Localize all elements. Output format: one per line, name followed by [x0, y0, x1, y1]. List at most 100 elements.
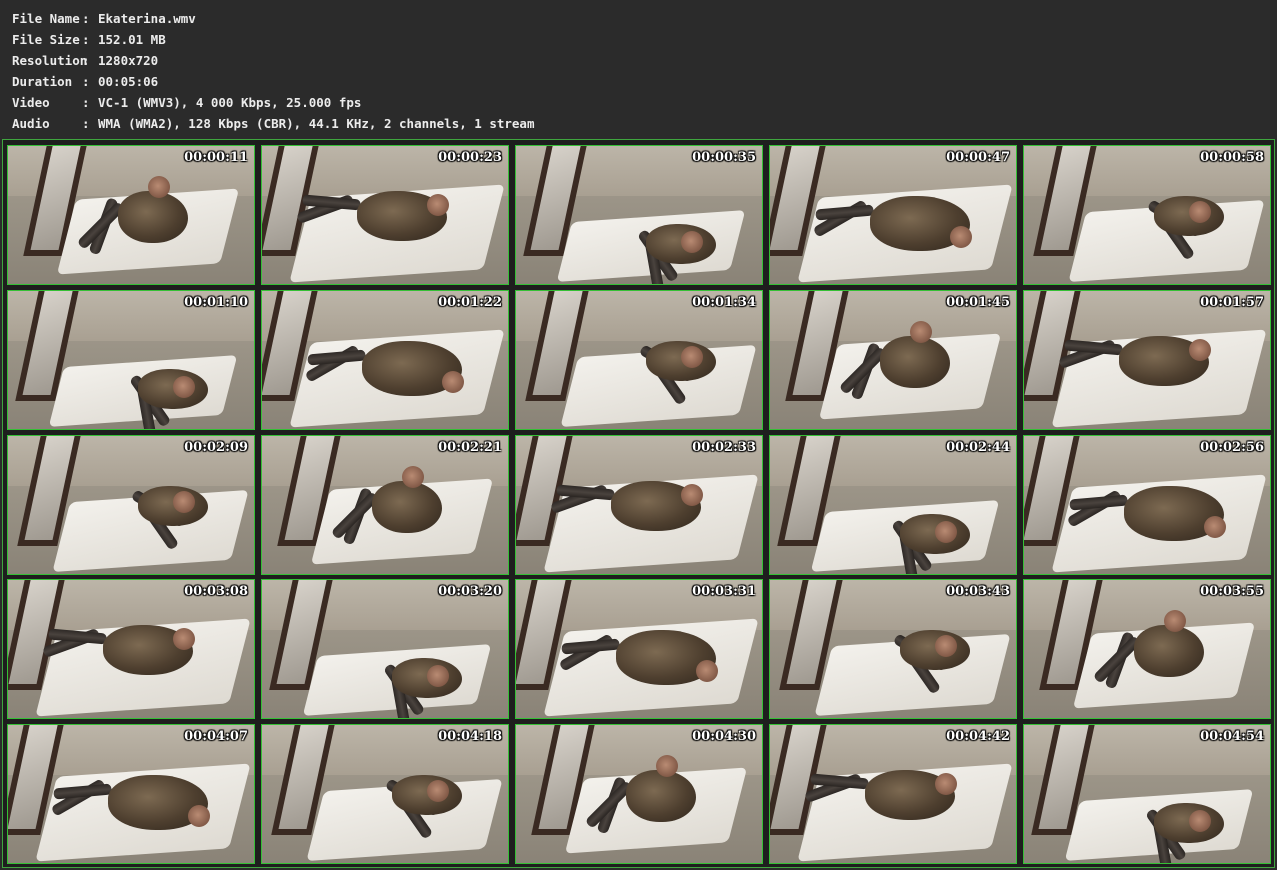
video-thumbnail[interactable]: 00:04:07	[7, 724, 255, 864]
person-figure	[516, 291, 762, 429]
thumbnail-timestamp: 00:01:45	[946, 295, 1010, 310]
info-separator: :	[82, 116, 90, 131]
person-figure	[516, 580, 762, 718]
person-figure	[8, 146, 254, 284]
video-thumbnail[interactable]: 00:00:47	[769, 145, 1017, 285]
thumbnail-scene	[262, 291, 508, 429]
thumbnail-scene	[8, 146, 254, 284]
thumbnail-scene	[1024, 725, 1270, 863]
info-label: Video	[12, 95, 50, 110]
head	[188, 805, 210, 827]
duration-row: Duration : 00:05:06	[12, 71, 912, 92]
thumbnail-timestamp: 00:04:42	[946, 729, 1010, 744]
person-figure	[262, 291, 508, 429]
thumbnail-scene	[1024, 436, 1270, 574]
info-label: File Size	[12, 32, 80, 47]
video-thumbnail[interactable]: 00:03:08	[7, 579, 255, 719]
head	[950, 226, 972, 248]
video-thumbnail[interactable]: 00:02:09	[7, 435, 255, 575]
thumbnail-timestamp: 00:01:10	[184, 295, 248, 310]
info-label: Duration	[12, 74, 73, 89]
info-separator: :	[82, 95, 90, 110]
person-figure	[8, 725, 254, 863]
thumbnail-timestamp: 00:04:54	[1200, 729, 1264, 744]
video-thumbnail[interactable]: 00:04:18	[261, 724, 509, 864]
head	[173, 491, 195, 513]
fur-coat	[626, 770, 696, 822]
person-figure	[770, 580, 1016, 718]
thumbnail-timestamp: 00:01:22	[438, 295, 502, 310]
video-thumbnail[interactable]: 00:00:35	[515, 145, 763, 285]
head	[910, 321, 932, 343]
thumbnail-scene	[770, 436, 1016, 574]
person-figure	[770, 146, 1016, 284]
person-figure	[1024, 725, 1270, 863]
head	[427, 665, 449, 687]
head	[935, 521, 957, 543]
thumbnail-timestamp: 00:04:07	[184, 729, 248, 744]
thumbnail-timestamp: 00:00:47	[946, 150, 1010, 165]
person-figure	[8, 580, 254, 718]
person-figure	[262, 146, 508, 284]
video-thumbnail[interactable]: 00:03:20	[261, 579, 509, 719]
thumbnail-timestamp: 00:02:56	[1200, 440, 1264, 455]
thumbnail-timestamp: 00:02:44	[946, 440, 1010, 455]
head	[1189, 339, 1211, 361]
thumbnail-timestamp: 00:02:33	[692, 440, 756, 455]
thumbnail-scene	[516, 580, 762, 718]
info-label: Audio	[12, 116, 50, 131]
person-figure	[1024, 146, 1270, 284]
video-thumbnail[interactable]: 00:00:11	[7, 145, 255, 285]
video-thumbnail[interactable]: 00:01:45	[769, 290, 1017, 430]
thumbnail-scene	[516, 291, 762, 429]
person-figure	[262, 436, 508, 574]
head	[402, 466, 424, 488]
video-thumbnail[interactable]: 00:03:31	[515, 579, 763, 719]
thumbnail-scene	[262, 146, 508, 284]
person-figure	[770, 725, 1016, 863]
thumbnail-timestamp: 00:03:08	[184, 584, 248, 599]
video-thumbnail[interactable]: 00:02:56	[1023, 435, 1271, 575]
video-thumbnail[interactable]: 00:00:58	[1023, 145, 1271, 285]
head	[681, 484, 703, 506]
thumbnail-scene	[770, 146, 1016, 284]
info-separator: :	[82, 53, 90, 68]
person-figure	[770, 436, 1016, 574]
person-figure	[1024, 291, 1270, 429]
video-thumbnail[interactable]: 00:04:54	[1023, 724, 1271, 864]
info-value: 1280x720	[98, 53, 159, 68]
head	[1189, 201, 1211, 223]
thumbnail-timestamp: 00:03:31	[692, 584, 756, 599]
thumbnail-timestamp: 00:00:23	[438, 150, 502, 165]
video-thumbnail[interactable]: 00:04:30	[515, 724, 763, 864]
fur-coat	[118, 191, 188, 243]
head	[427, 194, 449, 216]
video-thumbnail[interactable]: 00:01:34	[515, 290, 763, 430]
video-thumbnail[interactable]: 00:01:10	[7, 290, 255, 430]
video-thumbnail[interactable]: 00:00:23	[261, 145, 509, 285]
person-figure	[8, 436, 254, 574]
fur-coat	[372, 481, 442, 533]
file-size-row: File Size : 152.01 MB	[12, 29, 912, 50]
person-figure	[770, 291, 1016, 429]
head	[173, 628, 195, 650]
video-thumbnail[interactable]: 00:02:21	[261, 435, 509, 575]
video-thumbnail[interactable]: 00:04:42	[769, 724, 1017, 864]
video-thumbnail[interactable]: 00:03:55	[1023, 579, 1271, 719]
head	[935, 773, 957, 795]
info-value: VC-1 (WMV3), 4 000 Kbps, 25.000 fps	[98, 95, 362, 110]
video-thumbnail[interactable]: 00:03:43	[769, 579, 1017, 719]
video-thumbnail[interactable]: 00:01:57	[1023, 290, 1271, 430]
info-value: WMA (WMA2), 128 Kbps (CBR), 44.1 KHz, 2 …	[98, 116, 535, 131]
video-thumbnail[interactable]: 00:02:44	[769, 435, 1017, 575]
thumbnail-timestamp: 00:04:30	[692, 729, 756, 744]
thumbnail-timestamp: 00:00:11	[184, 150, 248, 165]
video-thumbnail[interactable]: 00:01:22	[261, 290, 509, 430]
info-separator: :	[82, 11, 90, 26]
video-row: Video : VC-1 (WMV3), 4 000 Kbps, 25.000 …	[12, 92, 912, 113]
thumbnail-scene	[262, 580, 508, 718]
person-figure	[1024, 580, 1270, 718]
video-thumbnail[interactable]: 00:02:33	[515, 435, 763, 575]
thumbnail-timestamp: 00:00:35	[692, 150, 756, 165]
thumbnail-timestamp: 00:04:18	[438, 729, 502, 744]
